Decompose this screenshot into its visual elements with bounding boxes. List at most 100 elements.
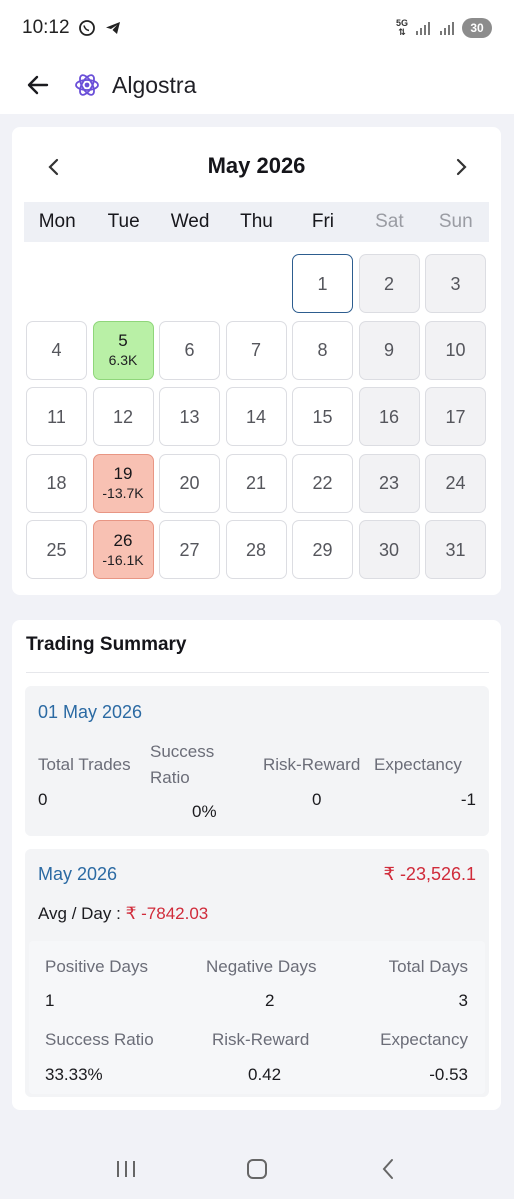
- weekday-label: Wed: [170, 211, 210, 232]
- calendar-day-cell[interactable]: 16: [358, 387, 420, 446]
- home-icon[interactable]: [237, 1149, 277, 1189]
- calendar-day-cell[interactable]: 19 -13.7K: [92, 453, 154, 513]
- day-number: 23: [378, 473, 400, 493]
- calendar-day-cell[interactable]: 1: [292, 254, 353, 313]
- day-number: 13: [179, 406, 200, 427]
- day-number: 19: [113, 464, 133, 483]
- total-days-value: 3: [458, 991, 468, 1010]
- weekday-label: Mon: [38, 211, 76, 232]
- day-pnl: -13.7K: [102, 485, 144, 501]
- status-bar: 10:12 5G ⇅ 30: [0, 0, 514, 56]
- calendar-day-cell[interactable]: 6: [159, 320, 220, 380]
- status-time: 10:12: [22, 17, 70, 38]
- calendar-day-cell[interactable]: 23: [358, 453, 420, 513]
- calendar-day-cell[interactable]: 17: [425, 387, 486, 446]
- calendar-days-grid: 1 2 3 4 5 6.3K 6 7 8 9 10 11 12 13 14 15 16 17 18 19 -13.7K 2…: [26, 254, 488, 579]
- weekday-label: Sat: [375, 211, 404, 232]
- day-number: 24: [445, 473, 466, 493]
- expectancy-label: Expectancy: [374, 755, 462, 774]
- month-summary-title: May 2026: [38, 864, 118, 884]
- calendar-day-cell[interactable]: 11: [26, 387, 87, 446]
- day-number: 16: [378, 406, 400, 427]
- calendar-day-cell[interactable]: 24: [425, 453, 486, 513]
- success-ratio-label-line1: Success: [150, 742, 215, 761]
- calendar-day-cell[interactable]: 22: [292, 453, 353, 513]
- signal-icon-2: [438, 19, 456, 37]
- calendar-day-cell[interactable]: 18: [26, 453, 87, 513]
- day-number: 26: [113, 530, 133, 550]
- day-number: 7: [250, 340, 261, 360]
- recent-apps-icon[interactable]: [106, 1149, 146, 1189]
- day-number: 15: [312, 406, 333, 427]
- day-number: 14: [245, 406, 267, 427]
- calendar-day-cell[interactable]: 2: [358, 254, 420, 313]
- calendar-nav: May 2026: [12, 127, 501, 203]
- app-header: Algostra: [0, 56, 514, 114]
- calendar-day-cell[interactable]: 14: [225, 387, 287, 446]
- calendar-day-cell[interactable]: 26 -16.1K: [92, 520, 154, 579]
- calendar-day-cell[interactable]: 28: [225, 520, 287, 579]
- expectancy-value: -0.53: [429, 1065, 468, 1084]
- total-trades-label: Total Trades: [38, 755, 131, 774]
- calendar-day-cell[interactable]: 9: [358, 320, 420, 380]
- success-ratio-value: 0%: [192, 802, 217, 821]
- weekday-label: Sun: [438, 211, 473, 232]
- day-number: 4: [51, 340, 62, 360]
- day-pnl: -16.1K: [102, 551, 144, 568]
- day-number: 22: [312, 473, 333, 493]
- calendar-day-cell[interactable]: 15: [292, 387, 353, 446]
- calendar-day-cell[interactable]: 20: [159, 453, 220, 513]
- summary-title: Trading Summary: [26, 634, 187, 655]
- calendar-day-cell[interactable]: 8: [292, 320, 353, 380]
- calendar-day-cell[interactable]: 5 6.3K: [92, 320, 154, 380]
- day-number: 21: [245, 473, 267, 493]
- negative-days-label: Negative Days: [206, 957, 317, 976]
- calendar-day-cell[interactable]: 31: [425, 520, 486, 579]
- month-summary: May 2026 ₹ -23,526.1 Avg / Day : ₹ -7842…: [25, 849, 489, 1097]
- day-number: 30: [378, 539, 400, 560]
- calendar-day-cell[interactable]: 3: [425, 254, 486, 313]
- day-number: 28: [245, 539, 267, 560]
- success-ratio-value: 33.33%: [45, 1065, 103, 1084]
- day-number: 18: [46, 473, 67, 493]
- calendar-day-cell[interactable]: 25: [26, 520, 87, 579]
- month-stats: Positive Days 1 Negative Days 2 Total Da…: [29, 941, 485, 1094]
- total-days-label: Total Days: [388, 957, 468, 976]
- day-summary: 01 May 2026 Total Trades 0 Success Ratio…: [25, 686, 489, 836]
- calendar-day-cell[interactable]: 27: [159, 520, 220, 579]
- calendar-day-cell[interactable]: 21: [225, 453, 287, 513]
- month-title: May 2026: [207, 153, 306, 178]
- day-number: 5: [118, 331, 128, 350]
- calendar-day-cell[interactable]: 13: [159, 387, 220, 446]
- weekday-header: Mon Tue Wed Thu Fri Sat Sun: [24, 202, 489, 242]
- day-number: 27: [179, 539, 200, 560]
- selected-date: 01 May 2026: [38, 702, 143, 722]
- algostra-logo-icon: [74, 72, 100, 98]
- avg-per-day-value: ₹ -7842.03: [125, 904, 209, 923]
- calendar-day-empty: [93, 254, 154, 313]
- success-ratio-label: Success Ratio: [45, 1030, 154, 1049]
- calendar-day-empty: [226, 254, 287, 313]
- day-number: 11: [47, 406, 66, 427]
- calendar-day-cell[interactable]: 10: [425, 320, 486, 380]
- next-month-chevron-icon[interactable]: [447, 153, 475, 181]
- calendar-day-cell[interactable]: 29: [292, 520, 353, 579]
- calendar-day-cell[interactable]: 30: [358, 520, 420, 579]
- expectancy-label: Expectancy: [380, 1030, 468, 1049]
- calendar-day-cell[interactable]: 7: [225, 320, 287, 380]
- day-number: 3: [450, 273, 461, 294]
- negative-days-value: 2: [265, 991, 275, 1010]
- calendar-day-cell[interactable]: 4: [26, 320, 87, 380]
- trading-summary-card: Trading Summary 01 May 2026 Total Trades…: [12, 620, 501, 1110]
- calendar-day-cell[interactable]: 12: [92, 387, 154, 446]
- weekday-label: Tue: [107, 211, 140, 232]
- back-icon[interactable]: [368, 1149, 408, 1189]
- weekday-label: Fri: [311, 211, 334, 232]
- calendar-day-empty: [26, 254, 87, 313]
- back-arrow-icon[interactable]: [24, 71, 52, 99]
- day-number: 1: [317, 273, 328, 294]
- total-trades-value: 0: [38, 790, 48, 809]
- positive-days-value: 1: [45, 991, 55, 1010]
- day-number: 8: [317, 340, 328, 360]
- battery-icon: 30: [462, 18, 492, 38]
